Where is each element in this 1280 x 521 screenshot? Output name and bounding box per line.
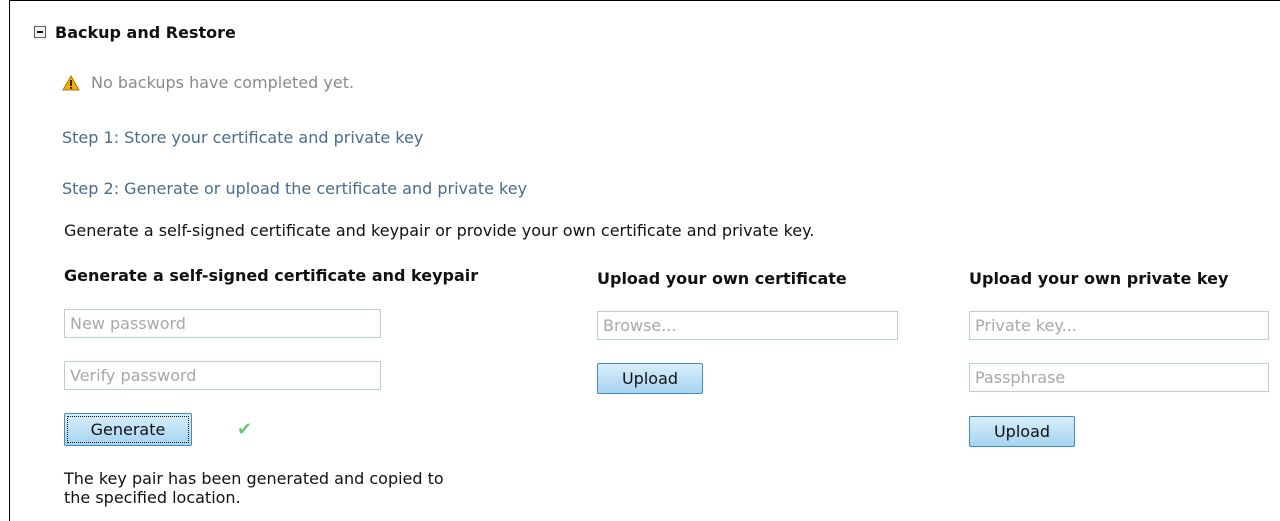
verify-password-field[interactable] [64,361,381,390]
success-note-line-2: the specified location. [64,488,241,507]
minus-box-icon[interactable] [34,26,46,38]
new-password-field[interactable] [64,309,381,338]
section-title: Backup and Restore [55,22,236,42]
generate-button[interactable]: Generate [64,413,192,446]
passphrase-field[interactable] [969,363,1269,392]
certificate-browse-field[interactable] [597,311,898,340]
instructions-text: Generate a self-signed certificate and k… [64,221,815,240]
upload-private-key-button[interactable]: Upload [969,416,1075,447]
step-1-text: Step 1: Store your certificate and priva… [62,128,424,147]
section-header: Backup and Restore [34,22,236,42]
generate-heading: Generate a self-signed certificate and k… [64,266,479,285]
upload-private-key-heading: Upload your own private key [969,269,1229,288]
status-text: No backups have completed yet. [91,73,355,92]
warning-icon [62,74,80,90]
step-2-text: Step 2: Generate or upload the certifica… [62,179,528,198]
upload-certificate-button[interactable]: Upload [597,363,703,394]
checkmark-icon: ✔ [237,419,253,440]
upload-certificate-heading: Upload your own certificate [597,269,847,288]
backup-status: No backups have completed yet. [62,73,354,92]
private-key-browse-field[interactable] [969,311,1269,340]
success-note-line-1: The key pair has been generated and copi… [64,469,444,488]
generation-success-note: The key pair has been generated and copi… [64,469,444,507]
